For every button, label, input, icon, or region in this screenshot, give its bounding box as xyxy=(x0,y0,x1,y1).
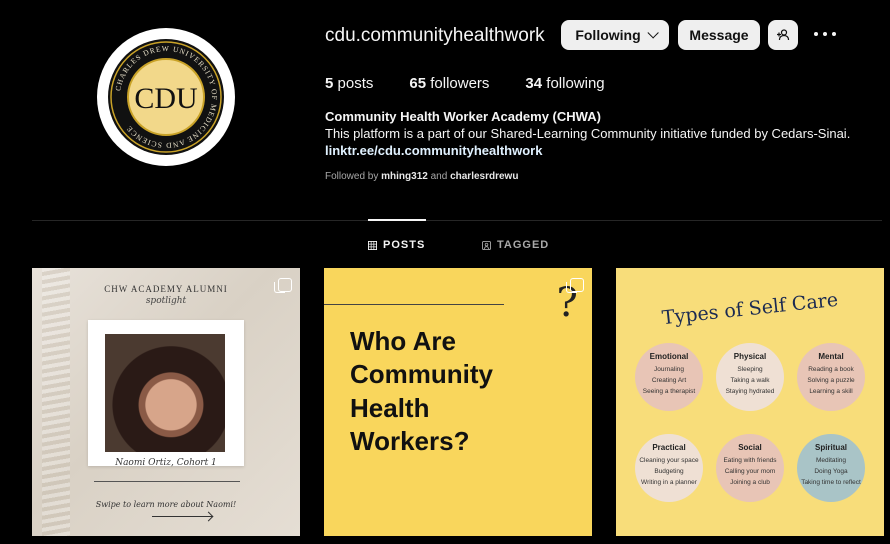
more-options-icon[interactable] xyxy=(814,24,836,44)
carousel-icon xyxy=(566,278,584,293)
posts-stat: 5 posts xyxy=(325,75,374,92)
selfcare-circle-spiritual: Spiritual Meditating Doing Yoga Taking t… xyxy=(797,434,865,502)
post-tile-1[interactable]: CHW ACADEMY ALUMNI spotlight Naomi Ortiz… xyxy=(32,268,300,536)
texture-decoration xyxy=(42,268,70,536)
post2-line-3: Health xyxy=(350,393,430,423)
selfcare-circle-emotional: Emotional Journaling Creating Art Seeing… xyxy=(635,343,703,411)
arrow-right-icon xyxy=(152,516,212,517)
post1-swipe-text: Swipe to learn more about Naomi! xyxy=(95,500,237,509)
tab-tagged[interactable]: TAGGED xyxy=(482,239,549,251)
polaroid-frame xyxy=(88,320,244,466)
alumni-photo xyxy=(105,334,225,452)
post1-subtitle: spotlight xyxy=(145,296,187,306)
profile-stats: 5 posts 65 followers 34 following xyxy=(325,75,641,92)
cdu-logo: CHARLES DREW UNIVERSITY OF MEDICINE AND … xyxy=(108,39,224,155)
add-user-icon xyxy=(777,29,790,41)
message-button-label: Message xyxy=(689,27,749,43)
following-button-label: Following xyxy=(575,27,641,43)
suggested-accounts-button[interactable] xyxy=(768,20,798,50)
rule-line xyxy=(324,304,504,305)
following-stat[interactable]: 34 following xyxy=(525,75,604,92)
tabs-divider xyxy=(32,220,882,221)
divider-line xyxy=(94,481,240,482)
selfcare-circle-practical: Practical Cleaning your space Budgeting … xyxy=(635,434,703,502)
profile-username: cdu.communityhealthwork xyxy=(325,25,545,46)
post2-line-2: Community xyxy=(350,359,493,389)
tag-icon xyxy=(482,240,491,250)
profile-link[interactable]: linktr.ee/cdu.communityhealthwork xyxy=(325,143,542,158)
following-button[interactable]: Following xyxy=(561,20,669,50)
post2-line-1: Who Are xyxy=(350,326,456,356)
post1-title: CHW ACADEMY ALUMNI xyxy=(104,284,228,294)
active-tab-indicator xyxy=(368,219,426,221)
post-tile-3[interactable]: Types of Self Care Emotional Journaling … xyxy=(616,268,884,536)
chevron-down-icon xyxy=(647,27,659,39)
tab-posts[interactable]: POSTS xyxy=(368,239,425,251)
followers-stat[interactable]: 65 followers xyxy=(409,75,489,92)
selfcare-circle-social: Social Eating with friends Calling your … xyxy=(716,434,784,502)
followed-by[interactable]: Followed by mhing312 and charlesrdrewu xyxy=(325,171,518,182)
profile-avatar[interactable]: CHARLES DREW UNIVERSITY OF MEDICINE AND … xyxy=(97,28,235,166)
selfcare-circle-mental: Mental Reading a book Solving a puzzle L… xyxy=(797,343,865,411)
post1-name: Naomi Ortiz, Cohort 1 xyxy=(115,458,217,468)
profile-full-name: Community Health Worker Academy (CHWA) xyxy=(325,109,601,124)
profile-bio: This platform is a part of our Shared-Le… xyxy=(325,126,851,141)
logo-text: CDU xyxy=(134,82,198,115)
selfcare-circle-physical: Physical Sleeping Taking a walk Staying … xyxy=(716,343,784,411)
post3-title: Types of Self Care xyxy=(660,288,840,330)
grid-icon xyxy=(368,240,377,250)
message-button[interactable]: Message xyxy=(678,20,760,50)
post2-line-4: Workers? xyxy=(350,426,470,456)
post-tile-2[interactable]: ? Who Are Community Health Workers? xyxy=(324,268,592,536)
